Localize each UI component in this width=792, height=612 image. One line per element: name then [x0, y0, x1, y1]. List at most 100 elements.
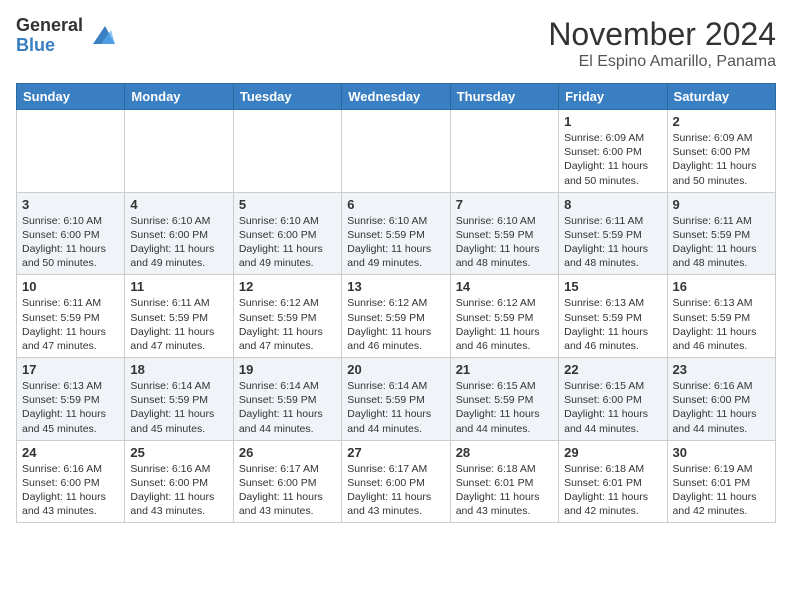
cell-info: Sunrise: 6:13 AM Sunset: 5:59 PM Dayligh…	[673, 296, 770, 353]
month-title: November 2024	[548, 16, 776, 53]
calendar-cell: 24Sunrise: 6:16 AM Sunset: 6:00 PM Dayli…	[17, 440, 125, 523]
cell-info: Sunrise: 6:09 AM Sunset: 6:00 PM Dayligh…	[673, 131, 770, 188]
calendar-cell: 21Sunrise: 6:15 AM Sunset: 5:59 PM Dayli…	[450, 358, 558, 441]
cell-info: Sunrise: 6:14 AM Sunset: 5:59 PM Dayligh…	[130, 379, 227, 436]
calendar-cell: 20Sunrise: 6:14 AM Sunset: 5:59 PM Dayli…	[342, 358, 450, 441]
cell-info: Sunrise: 6:11 AM Sunset: 5:59 PM Dayligh…	[673, 214, 770, 271]
cell-info: Sunrise: 6:11 AM Sunset: 5:59 PM Dayligh…	[22, 296, 119, 353]
calendar-cell: 14Sunrise: 6:12 AM Sunset: 5:59 PM Dayli…	[450, 275, 558, 358]
calendar-cell: 25Sunrise: 6:16 AM Sunset: 6:00 PM Dayli…	[125, 440, 233, 523]
calendar-cell: 1Sunrise: 6:09 AM Sunset: 6:00 PM Daylig…	[559, 110, 667, 193]
day-header-monday: Monday	[125, 84, 233, 110]
cell-info: Sunrise: 6:16 AM Sunset: 6:00 PM Dayligh…	[673, 379, 770, 436]
cell-info: Sunrise: 6:16 AM Sunset: 6:00 PM Dayligh…	[22, 462, 119, 519]
day-number: 26	[239, 445, 336, 460]
day-number: 28	[456, 445, 553, 460]
cell-info: Sunrise: 6:11 AM Sunset: 5:59 PM Dayligh…	[130, 296, 227, 353]
calendar-week-4: 17 Sunrise: 6:13 AM Sunset: 5:59 PM Dayli…	[17, 358, 776, 441]
day-number: 27	[347, 445, 444, 460]
day-number: 16	[673, 279, 770, 294]
cell-info: Sunrise: 6:19 AM Sunset: 6:01 PM Dayligh…	[673, 462, 770, 519]
calendar-cell: 5 Sunrise: 6:10 AM Sunset: 6:00 PM Daylig…	[233, 192, 341, 275]
logo-blue: Blue	[16, 36, 83, 56]
calendar-cell: 22Sunrise: 6:15 AM Sunset: 6:00 PM Dayli…	[559, 358, 667, 441]
day-number: 11	[130, 279, 227, 294]
day-number: 15	[564, 279, 661, 294]
day-number: 3	[22, 197, 119, 212]
day-header-thursday: Thursday	[450, 84, 558, 110]
day-number: 7	[456, 197, 553, 212]
day-number: 5	[239, 197, 336, 212]
day-number: 9	[673, 197, 770, 212]
cell-info: Sunrise: 6:10 AM Sunset: 5:59 PM Dayligh…	[347, 214, 444, 271]
day-number: 17	[22, 362, 119, 377]
calendar-cell: 6 Sunrise: 6:10 AM Sunset: 5:59 PM Daylig…	[342, 192, 450, 275]
cell-info: Sunrise: 6:14 AM Sunset: 5:59 PM Dayligh…	[239, 379, 336, 436]
calendar-week-1: 1Sunrise: 6:09 AM Sunset: 6:00 PM Daylig…	[17, 110, 776, 193]
calendar-cell	[450, 110, 558, 193]
calendar-cell: 17 Sunrise: 6:13 AM Sunset: 5:59 PM Dayli…	[17, 358, 125, 441]
day-number: 30	[673, 445, 770, 460]
cell-info: Sunrise: 6:13 AM Sunset: 5:59 PM Dayligh…	[22, 379, 119, 436]
cell-info: Sunrise: 6:15 AM Sunset: 6:00 PM Dayligh…	[564, 379, 661, 436]
logo-general: General	[16, 16, 83, 36]
day-number: 29	[564, 445, 661, 460]
calendar-cell: 13 Sunrise: 6:12 AM Sunset: 5:59 PM Dayli…	[342, 275, 450, 358]
day-number: 18	[130, 362, 227, 377]
day-number: 23	[673, 362, 770, 377]
calendar-cell: 2 Sunrise: 6:09 AM Sunset: 6:00 PM Daylig…	[667, 110, 775, 193]
calendar-cell: 3 Sunrise: 6:10 AM Sunset: 6:00 PM Daylig…	[17, 192, 125, 275]
cell-info: Sunrise: 6:14 AM Sunset: 5:59 PM Dayligh…	[347, 379, 444, 436]
calendar-week-2: 3 Sunrise: 6:10 AM Sunset: 6:00 PM Daylig…	[17, 192, 776, 275]
cell-info: Sunrise: 6:13 AM Sunset: 5:59 PM Dayligh…	[564, 296, 661, 353]
calendar-cell: 15 Sunrise: 6:13 AM Sunset: 5:59 PM Dayli…	[559, 275, 667, 358]
logo-icon	[87, 22, 115, 50]
calendar-cell: 19 Sunrise: 6:14 AM Sunset: 5:59 PM Dayli…	[233, 358, 341, 441]
cell-info: Sunrise: 6:09 AM Sunset: 6:00 PM Dayligh…	[564, 131, 661, 188]
location: El Espino Amarillo, Panama	[548, 53, 776, 71]
page-header: General Blue November 2024 El Espino Ama…	[16, 16, 776, 71]
calendar-cell: 18 Sunrise: 6:14 AM Sunset: 5:59 PM Dayli…	[125, 358, 233, 441]
calendar-cell	[233, 110, 341, 193]
calendar-cell: 23 Sunrise: 6:16 AM Sunset: 6:00 PM Dayli…	[667, 358, 775, 441]
cell-info: Sunrise: 6:12 AM Sunset: 5:59 PM Dayligh…	[456, 296, 553, 353]
day-number: 10	[22, 279, 119, 294]
day-number: 8	[564, 197, 661, 212]
day-number: 4	[130, 197, 227, 212]
calendar-cell: 4 Sunrise: 6:10 AM Sunset: 6:00 PM Daylig…	[125, 192, 233, 275]
logo-text: General Blue	[16, 16, 83, 56]
title-area: November 2024 El Espino Amarillo, Panama	[548, 16, 776, 71]
calendar-cell: 12 Sunrise: 6:12 AM Sunset: 5:59 PM Dayli…	[233, 275, 341, 358]
day-number: 12	[239, 279, 336, 294]
day-number: 25	[130, 445, 227, 460]
day-header-saturday: Saturday	[667, 84, 775, 110]
day-header-wednesday: Wednesday	[342, 84, 450, 110]
calendar-cell: 8Sunrise: 6:11 AM Sunset: 5:59 PM Daylig…	[559, 192, 667, 275]
cell-info: Sunrise: 6:10 AM Sunset: 6:00 PM Dayligh…	[22, 214, 119, 271]
day-number: 19	[239, 362, 336, 377]
cell-info: Sunrise: 6:15 AM Sunset: 5:59 PM Dayligh…	[456, 379, 553, 436]
cell-info: Sunrise: 6:10 AM Sunset: 6:00 PM Dayligh…	[239, 214, 336, 271]
day-number: 2	[673, 114, 770, 129]
day-number: 13	[347, 279, 444, 294]
calendar-cell: 27Sunrise: 6:17 AM Sunset: 6:00 PM Dayli…	[342, 440, 450, 523]
cell-info: Sunrise: 6:10 AM Sunset: 6:00 PM Dayligh…	[130, 214, 227, 271]
cell-info: Sunrise: 6:17 AM Sunset: 6:00 PM Dayligh…	[239, 462, 336, 519]
cell-info: Sunrise: 6:12 AM Sunset: 5:59 PM Dayligh…	[347, 296, 444, 353]
cell-info: Sunrise: 6:18 AM Sunset: 6:01 PM Dayligh…	[456, 462, 553, 519]
cell-info: Sunrise: 6:10 AM Sunset: 5:59 PM Dayligh…	[456, 214, 553, 271]
day-number: 6	[347, 197, 444, 212]
calendar-cell: 10 Sunrise: 6:11 AM Sunset: 5:59 PM Dayli…	[17, 275, 125, 358]
calendar-cell	[125, 110, 233, 193]
calendar-cell: 9 Sunrise: 6:11 AM Sunset: 5:59 PM Daylig…	[667, 192, 775, 275]
day-header-tuesday: Tuesday	[233, 84, 341, 110]
calendar-week-5: 24Sunrise: 6:16 AM Sunset: 6:00 PM Dayli…	[17, 440, 776, 523]
calendar-cell: 26 Sunrise: 6:17 AM Sunset: 6:00 PM Dayli…	[233, 440, 341, 523]
day-header-sunday: Sunday	[17, 84, 125, 110]
calendar-week-3: 10 Sunrise: 6:11 AM Sunset: 5:59 PM Dayli…	[17, 275, 776, 358]
calendar-cell: 30 Sunrise: 6:19 AM Sunset: 6:01 PM Dayli…	[667, 440, 775, 523]
calendar-cell	[342, 110, 450, 193]
cell-info: Sunrise: 6:12 AM Sunset: 5:59 PM Dayligh…	[239, 296, 336, 353]
calendar-cell: 16 Sunrise: 6:13 AM Sunset: 5:59 PM Dayli…	[667, 275, 775, 358]
day-header-friday: Friday	[559, 84, 667, 110]
